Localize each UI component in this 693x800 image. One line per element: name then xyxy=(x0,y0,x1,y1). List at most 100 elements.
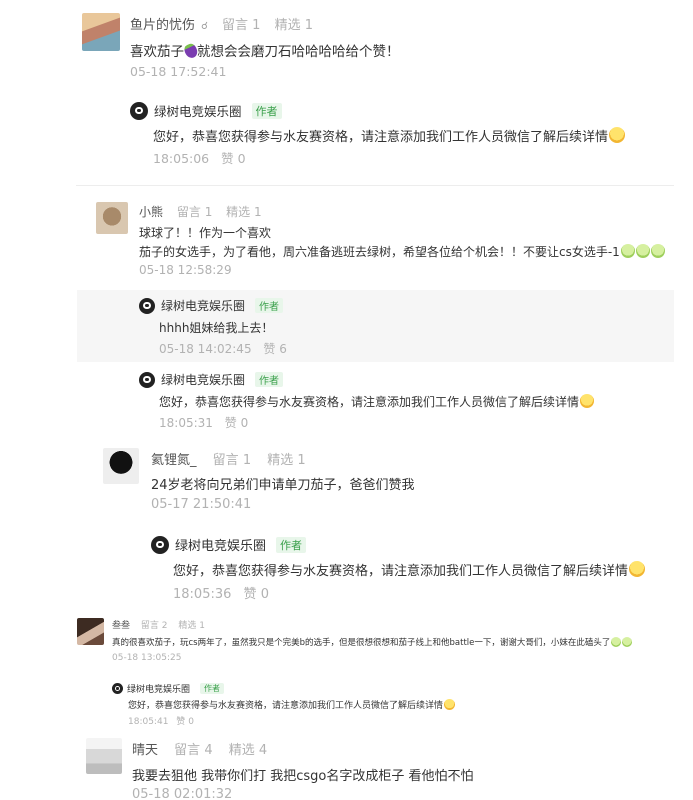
like-count: 0 xyxy=(188,717,194,727)
featured-label: 精选 xyxy=(267,453,294,468)
reply-time: 18:05:06 赞 0 xyxy=(153,148,246,167)
featured-count: 1 xyxy=(254,205,262,219)
comment-meta: 晴天 留言 4 精选 4 xyxy=(132,739,267,758)
crying-emoji-icon xyxy=(650,244,665,258)
comment-text: 我要去狙他 我带你们打 我把csgo名字改成柜子 看他怕不怕 xyxy=(132,769,474,784)
reply-author[interactable]: 绿树电竞娱乐圈 xyxy=(161,371,245,388)
comment-count: 1 xyxy=(204,205,213,219)
crying-emoji-icon xyxy=(635,244,650,258)
like-button[interactable]: 赞 6 xyxy=(263,342,286,356)
comment-meta: 氦锂氮_ 留言 1 精选 1 xyxy=(151,449,306,468)
like-button[interactable]: 赞 0 xyxy=(225,416,248,430)
featured-label: 精选 xyxy=(274,18,301,33)
comment-item: 氦锂氮_ 留言 1 精选 1 24岁老将向兄弟们申请单刀茄子，爸爸们赞我 05-… xyxy=(0,440,693,602)
author-tag: 作者 xyxy=(251,102,282,119)
like-button[interactable]: 赞 0 xyxy=(244,587,269,602)
comment-item: 叁叁 留言 2 精选 1 真的很喜欢茄子，玩cs两年了，虽然我只是个完美b的选手… xyxy=(0,612,693,730)
comment-text-content: 茄子的女选手，为了看他，周六准备逃班去绿树，希望各位给个机会！！不要让cs女选手… xyxy=(139,245,620,259)
reply-text-content: 您好，恭喜您获得参与水友赛资格，请注意添加我们工作人员微信了解后续详情 xyxy=(159,395,580,409)
reply-text-content: 您好，恭喜您获得参与水友赛资格，请注意添加我们工作人员微信了解后续详情 xyxy=(153,130,609,145)
reply-header: 绿树电竞娱乐圈 作者 xyxy=(112,682,225,695)
crying-emoji-icon xyxy=(620,244,635,258)
comment-item: 晴天 留言 4 精选 4 我要去狙他 我带你们打 我把csgo名字改成柜子 看他… xyxy=(0,732,693,800)
reply-author[interactable]: 绿树电竞娱乐圈 xyxy=(161,297,245,314)
reply-time: 18:05:31 赞 0 xyxy=(159,414,248,431)
author-tag: 作者 xyxy=(276,536,307,553)
reply-text: 您好，恭喜您获得参与水友赛资格，请注意添加我们工作人员微信了解后续详情 xyxy=(159,393,595,410)
reply-time-value: 18:05:36 xyxy=(173,587,232,602)
comment-item: 小熊 留言 1 精选 1 球球了！！作为一个喜欢 茄子的女选手，为了看他，周六准… xyxy=(0,186,693,436)
comment-text: 真的很喜欢茄子，玩cs两年了，虽然我只是个完美b的选手，但是很想很想和茄子线上和… xyxy=(112,636,633,648)
author-tag: 作者 xyxy=(255,372,284,387)
reply-header: 绿树电竞娱乐圈 作者 xyxy=(139,371,284,388)
like-label: 赞 xyxy=(176,717,186,727)
comment-time: 05-18 12:58:29 xyxy=(139,263,232,277)
comment-count: 4 xyxy=(204,743,213,758)
like-label: 赞 xyxy=(263,342,276,356)
comment-meta: 鱼片的忧伤 ☌ 留言 1 精选 1 xyxy=(130,14,313,33)
nickname[interactable]: 晴天 xyxy=(132,743,158,758)
comment-count-label: 留言 xyxy=(174,743,201,758)
reply-header: 绿树电竞娱乐圈 作者 xyxy=(139,297,284,314)
featured-label: 精选 xyxy=(178,621,197,631)
glasses-icon: ☌ xyxy=(201,21,208,32)
comment-text-part: 就想会会磨刀石哈哈哈哈给个赞！ xyxy=(197,44,400,60)
nickname[interactable]: 氦锂氮_ xyxy=(151,453,197,468)
comment-text-content: 真的很喜欢茄子，玩cs两年了，虽然我只是个完美b的选手，但是很想很想和茄子线上和… xyxy=(112,638,611,648)
reply-text: 您好，恭喜您获得参与水友赛资格，请注意添加我们工作人员微信了解后续详情 xyxy=(128,698,456,711)
featured-label: 精选 xyxy=(228,743,255,758)
nickname[interactable]: 叁叁 xyxy=(112,621,130,631)
reply-time-value: 18:05:06 xyxy=(153,151,210,166)
like-count: 0 xyxy=(260,587,269,602)
official-logo-icon xyxy=(139,371,155,388)
avatar[interactable] xyxy=(96,202,128,234)
featured-count: 1 xyxy=(199,621,206,631)
comment-text-part: 喜欢茄子 xyxy=(130,44,184,60)
like-count: 6 xyxy=(279,342,287,356)
author-tag: 作者 xyxy=(200,683,225,694)
reply-text-content: 您好，恭喜您获得参与水友赛资格，请注意添加我们工作人员微信了解后续详情 xyxy=(128,701,444,711)
reply-author[interactable]: 绿树电竞娱乐圈 xyxy=(154,101,242,120)
reply-text: hhhh姐妹给我上去！ xyxy=(159,321,274,335)
reply-text: 您好，恭喜您获得参与水友赛资格，请注意添加我们工作人员微信了解后续详情 xyxy=(173,560,646,579)
reply-time: 18:05:41 赞 0 xyxy=(128,714,194,727)
like-count: 0 xyxy=(240,416,249,430)
featured-count: 4 xyxy=(258,743,268,758)
comment-text-line: 球球了！！作为一个喜欢 xyxy=(139,226,272,240)
avatar[interactable] xyxy=(86,738,122,774)
author-tag: 作者 xyxy=(255,298,284,313)
like-button[interactable]: 赞 0 xyxy=(221,151,245,166)
like-label: 赞 xyxy=(243,587,257,602)
reply-time: 05-18 14:02:45 赞 6 xyxy=(159,340,287,357)
comment-text: 喜欢茄子 就想会会磨刀石哈哈哈哈给个赞！ xyxy=(130,40,400,60)
comment-meta: 小熊 留言 1 精选 1 xyxy=(139,203,262,220)
grin-emoji-icon xyxy=(444,699,456,710)
comment-count: 1 xyxy=(252,18,261,33)
comment-item: 鱼片的忧伤 ☌ 留言 1 精选 1 喜欢茄子 就想会会磨刀石哈哈哈哈给个赞！ 05… xyxy=(0,0,693,185)
comment-count-label: 留言 xyxy=(176,205,201,219)
reply-text: 您好，恭喜您获得参与水友赛资格，请注意添加我们工作人员微信了解后续详情 xyxy=(153,126,626,145)
official-logo-icon xyxy=(139,297,155,314)
official-logo-icon xyxy=(112,683,123,694)
comment-count-label: 留言 xyxy=(140,621,159,631)
featured-count: 1 xyxy=(297,453,306,468)
grin-emoji-icon xyxy=(629,561,646,577)
reply-text-content: 您好，恭喜您获得参与水友赛资格，请注意添加我们工作人员微信了解后续详情 xyxy=(173,564,629,579)
nickname[interactable]: 鱼片的忧伤 xyxy=(130,18,195,33)
featured-count: 1 xyxy=(304,18,314,33)
comment-time: 05-18 17:52:41 xyxy=(130,64,227,79)
like-label: 赞 xyxy=(224,416,237,430)
like-button[interactable]: 赞 0 xyxy=(176,717,194,727)
comment-time: 05-18 13:05:25 xyxy=(112,653,182,663)
reply-author[interactable]: 绿树电竞娱乐圈 xyxy=(127,682,190,695)
reply-author[interactable]: 绿树电竞娱乐圈 xyxy=(175,535,266,554)
reply-time-value: 18:05:31 xyxy=(159,416,213,430)
official-logo-icon xyxy=(151,535,169,554)
nickname[interactable]: 小熊 xyxy=(139,205,163,219)
avatar[interactable] xyxy=(103,448,139,484)
avatar[interactable] xyxy=(82,13,120,51)
comment-meta: 叁叁 留言 2 精选 1 xyxy=(112,618,205,631)
reply-header: 绿树电竞娱乐圈 作者 xyxy=(151,535,307,554)
comment-count-label: 留言 xyxy=(212,453,239,468)
avatar[interactable] xyxy=(77,618,104,645)
